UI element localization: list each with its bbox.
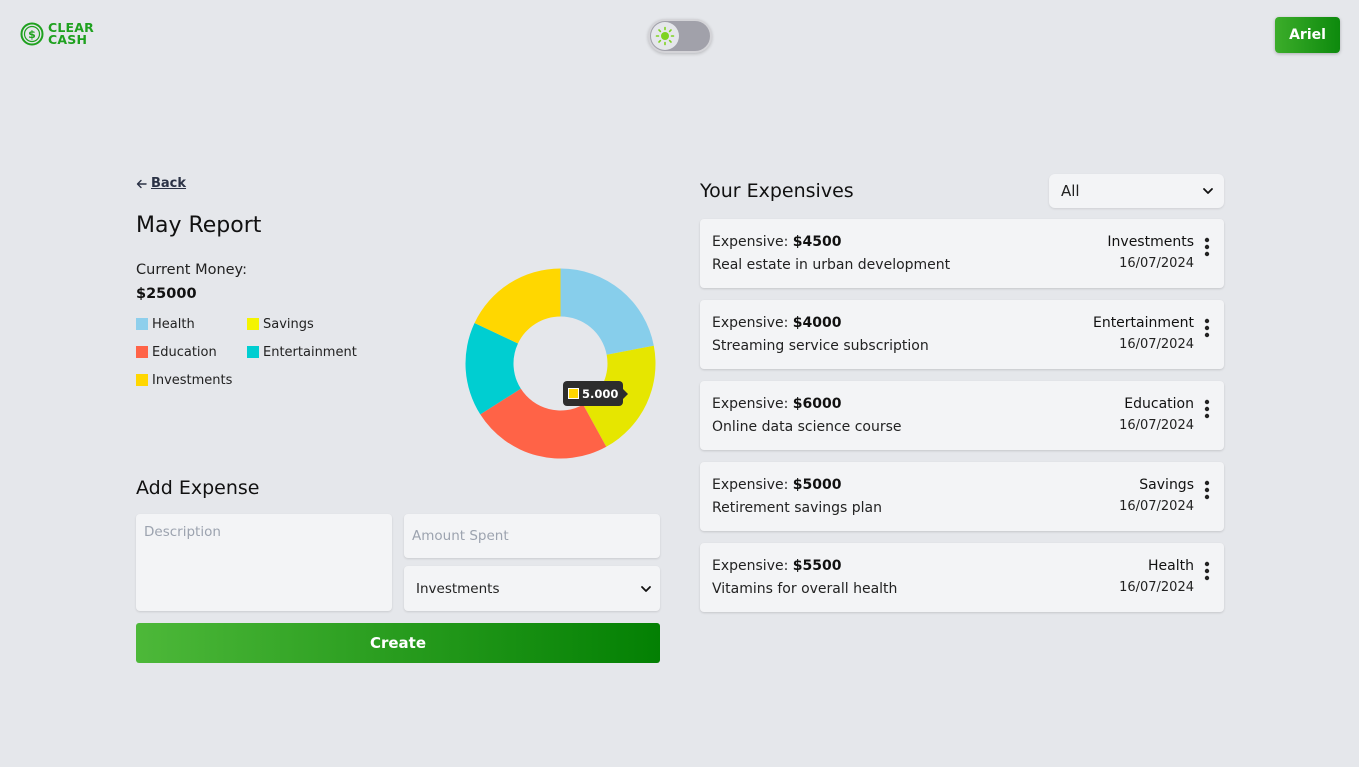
tooltip-value: 5.000 — [582, 386, 619, 401]
expense-date: 16/07/2024 — [1119, 499, 1194, 514]
expense-list: Expensive: $4500 Real estate in urban de… — [700, 219, 1224, 624]
legend-item-entertainment[interactable]: Entertainment — [247, 344, 376, 360]
legend-label: Entertainment — [263, 344, 357, 360]
expenses-title: Your Expensives — [700, 180, 854, 202]
legend-item-education[interactable]: Education — [136, 344, 247, 360]
dollar-coin-icon: $ — [20, 22, 44, 46]
category-select[interactable]: Investments — [404, 566, 660, 611]
expense-card[interactable]: Expensive: $5000 Retirement savings plan… — [700, 462, 1224, 531]
expense-amount-prefix: Expensive: — [712, 558, 793, 574]
back-link[interactable]: Back — [136, 176, 186, 191]
expense-amount-line: Expensive: $6000 — [712, 396, 841, 412]
expense-card[interactable]: Expensive: $4000 Streaming service subsc… — [700, 300, 1224, 369]
expense-card[interactable]: Expensive: $5500 Vitamins for overall he… — [700, 543, 1224, 612]
expense-amount: $5500 — [792, 558, 842, 574]
expense-category: Health — [1148, 558, 1194, 574]
chevron-down-icon — [1203, 188, 1213, 194]
tooltip-swatch — [568, 388, 579, 399]
current-money-label: Current Money: — [136, 262, 247, 278]
description-field[interactable]: Description — [136, 514, 392, 611]
expense-donut-chart[interactable] — [464, 267, 657, 460]
amount-placeholder: Amount Spent — [412, 528, 509, 544]
category-selected: Investments — [416, 580, 500, 597]
expense-date: 16/07/2024 — [1119, 580, 1194, 595]
legend-item-health[interactable]: Health — [136, 316, 247, 332]
donut-slice-health[interactable] — [560, 268, 654, 355]
more-vertical-icon[interactable] — [1201, 318, 1213, 338]
expense-description: Retirement savings plan — [712, 500, 882, 516]
legend-item-savings[interactable]: Savings — [247, 316, 376, 332]
legend-label: Savings — [263, 316, 314, 332]
expense-description: Vitamins for overall health — [712, 581, 898, 597]
description-placeholder: Description — [144, 524, 221, 540]
user-button[interactable]: Ariel — [1275, 17, 1340, 53]
expense-amount-line: Expensive: $5000 — [712, 477, 841, 493]
more-vertical-icon[interactable] — [1201, 480, 1213, 500]
expense-amount: $5000 — [792, 477, 842, 493]
report-title: May Report — [136, 213, 262, 238]
amount-field[interactable]: Amount Spent — [404, 514, 660, 558]
more-vertical-icon[interactable] — [1201, 399, 1213, 419]
chevron-down-icon — [641, 585, 651, 592]
legend-label: Health — [152, 316, 195, 332]
expense-amount-line: Expensive: $5500 — [712, 558, 841, 574]
expense-card[interactable]: Expensive: $4500 Real estate in urban de… — [700, 219, 1224, 288]
theme-toggle[interactable] — [648, 19, 712, 53]
expense-amount-prefix: Expensive: — [712, 315, 793, 331]
expense-category: Entertainment — [1092, 315, 1194, 331]
filter-select[interactable]: All — [1049, 174, 1224, 208]
more-vertical-icon[interactable] — [1201, 237, 1213, 257]
chart-tooltip: 5.000 — [563, 381, 629, 406]
legend-swatch — [136, 374, 148, 386]
legend-swatch — [247, 346, 259, 358]
logo-text: CLEAR CASH — [48, 21, 94, 47]
expense-card[interactable]: Expensive: $6000 Online data science cou… — [700, 381, 1224, 450]
toggle-knob — [651, 22, 679, 50]
expense-amount-prefix: Expensive: — [712, 396, 793, 412]
legend-item-investments[interactable]: Investments — [136, 372, 247, 388]
arrow-left-icon — [136, 179, 147, 188]
expense-amount: $4500 — [792, 234, 842, 250]
app-logo[interactable]: $ CLEAR CASH — [20, 21, 94, 47]
add-expense-title: Add Expense — [136, 477, 260, 499]
legend-swatch — [136, 318, 148, 330]
expense-description: Online data science course — [712, 419, 902, 435]
expense-category: Education — [1124, 396, 1194, 412]
expense-amount-line: Expensive: $4000 — [712, 315, 841, 331]
expense-amount-prefix: Expensive: — [712, 477, 793, 493]
expense-amount: $6000 — [792, 396, 842, 412]
sun-icon — [655, 26, 675, 46]
legend-label: Investments — [152, 372, 233, 388]
chart-legend: Health Savings Education Entertainment I… — [136, 316, 376, 388]
more-vertical-icon[interactable] — [1201, 561, 1213, 581]
expense-amount: $4000 — [792, 315, 842, 331]
logo-line-2: CASH — [48, 32, 88, 47]
expense-date: 16/07/2024 — [1119, 337, 1194, 352]
create-button[interactable]: Create — [136, 623, 660, 663]
legend-swatch — [136, 346, 148, 358]
expense-amount-line: Expensive: $4500 — [712, 234, 841, 250]
filter-selected: All — [1061, 182, 1080, 200]
expense-description: Streaming service subscription — [712, 338, 929, 354]
expense-date: 16/07/2024 — [1119, 418, 1194, 433]
expense-category: Investments — [1107, 234, 1194, 250]
back-label: Back — [151, 176, 187, 191]
svg-text:$: $ — [28, 28, 36, 41]
expense-category: Savings — [1139, 477, 1194, 493]
expense-date: 16/07/2024 — [1119, 256, 1194, 271]
legend-swatch — [247, 318, 259, 330]
expense-amount-prefix: Expensive: — [712, 234, 793, 250]
expense-description: Real estate in urban development — [712, 257, 951, 273]
current-money-value: $25000 — [136, 286, 197, 302]
legend-label: Education — [152, 344, 217, 360]
